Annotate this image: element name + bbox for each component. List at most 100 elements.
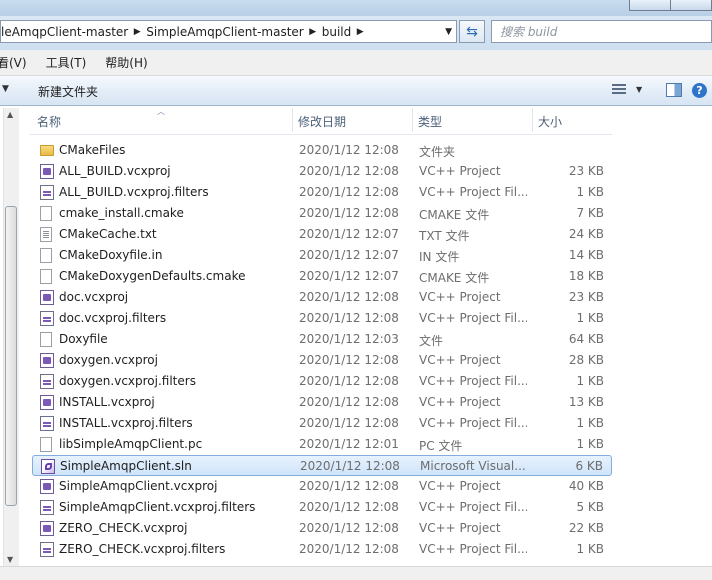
file-name: doc.vcxproj.filters [59,311,167,325]
file-size: 1 KB [576,311,604,325]
menu-tools[interactable]: 工具(T) [46,54,96,71]
organize-dropdown-icon[interactable]: ▼ [2,84,9,94]
file-row[interactable]: doxygen.vcxproj 2020/1/12 12:08 VC++ Proje… [32,350,612,371]
file-row[interactable]: doc.vcxproj 2020/1/12 12:08 VC++ Project 23… [32,287,612,308]
breadcrumb-arrow-icon[interactable]: ▶ [304,27,322,37]
file-date: 2020/1/12 12:03 [299,332,399,346]
file-row[interactable]: cmake_install.cmake 2020/1/12 12:08 CMAKE … [32,203,612,224]
file-date: 2020/1/12 12:08 [299,311,399,325]
file-name: Doxyfile [59,332,108,346]
filters-file-icon [40,374,54,389]
file-name: CMakeDoxyfile.in [59,248,163,262]
file-row[interactable]: libSimpleAmqpClient.pc 2020/1/12 12:01 PC … [32,434,612,455]
file-size: 1 KB [576,542,604,556]
breadcrumb-item[interactable]: build [322,21,352,42]
document-icon [40,269,52,284]
new-folder-button[interactable]: 新建文件夹 [38,83,98,100]
minimize-button[interactable] [630,0,671,10]
window-controls[interactable] [629,0,712,11]
file-row[interactable]: CMakeCache.txt 2020/1/12 12:07 TXT 文件 24 KB [32,224,612,245]
breadcrumb-item[interactable]: leAmqpClient-master [1,21,128,42]
vcxproj-file-icon [40,353,54,368]
scroll-up-icon[interactable]: ▲ [7,110,13,119]
column-size[interactable]: 大小 [538,113,562,130]
file-type: 文件 [419,334,444,348]
file-size: 23 KB [568,290,604,304]
maximize-button[interactable] [671,0,712,10]
preview-pane-button[interactable] [666,83,682,97]
file-type: VC++ Project [419,479,501,493]
document-icon [40,332,52,347]
file-size: 64 KB [568,332,604,346]
file-name: ZERO_CHECK.vcxproj.filters [59,542,226,556]
menu-bar: 看(V) 工具(T) 帮助(H) [0,50,712,76]
filters-file-icon [40,416,54,431]
view-dropdown-icon[interactable]: ▼ [636,85,642,94]
file-row[interactable]: doc.vcxproj.filters 2020/1/12 12:08 VC++ P… [32,308,612,329]
filters-file-icon [40,311,54,326]
menu-view[interactable]: 看(V) [0,54,36,71]
file-type: VC++ Project [419,395,501,409]
document-icon [40,248,52,263]
menu-help[interactable]: 帮助(H) [105,54,156,71]
breadcrumb-arrow-icon[interactable]: ▶ [128,27,146,37]
file-date: 2020/1/12 12:07 [299,227,399,241]
help-button[interactable]: ? [692,83,707,98]
scroll-down-icon[interactable]: ▼ [7,555,13,564]
breadcrumb-item[interactable]: SimpleAmqpClient-master [146,21,304,42]
folder-icon [40,145,54,156]
file-row[interactable]: Doxyfile 2020/1/12 12:03 文件 64 KB [32,329,612,350]
status-bar [0,566,712,580]
file-type: CMAKE 文件 [419,208,490,222]
document-icon [40,437,52,452]
file-row[interactable]: ALL_BUILD.vcxproj.filters 2020/1/12 12:08… [32,182,612,203]
file-type: VC++ Project [419,290,501,304]
column-divider[interactable] [292,108,293,132]
column-type[interactable]: 类型 [418,113,442,130]
file-name: INSTALL.vcxproj.filters [59,416,193,430]
file-row[interactable]: ZERO_CHECK.vcxproj 2020/1/12 12:08 VC++ Pr… [32,518,612,539]
column-name[interactable]: 名称 [37,113,61,130]
file-row[interactable]: SimpleAmqpClient.vcxproj.filters 2020/1/1… [32,497,612,518]
address-dropdown-icon[interactable]: ▼ [445,27,452,37]
file-name: SimpleAmqpClient.sln [60,459,192,473]
refresh-button[interactable]: ⇆ [459,20,485,43]
vcxproj-file-icon [40,395,54,410]
file-row[interactable]: SimpleAmqpClient.sln 2020/1/12 12:08 Micro… [32,455,612,476]
view-details-icon[interactable] [612,84,626,96]
solution-file-icon [41,459,55,474]
sort-ascending-icon: ︿ [157,107,165,116]
file-row[interactable]: CMakeDoxyfile.in 2020/1/12 12:07 IN 文件 14 K… [32,245,612,266]
navigation-scrollbar[interactable]: ▲ ▼ [3,108,19,566]
file-row[interactable]: ZERO_CHECK.vcxproj.filters 2020/1/12 12:0… [32,539,612,560]
file-date: 2020/1/12 12:08 [299,416,399,430]
file-row[interactable]: ALL_BUILD.vcxproj 2020/1/12 12:08 VC++ Pro… [32,161,612,182]
file-row[interactable]: INSTALL.vcxproj.filters 2020/1/12 12:08 VC… [32,413,612,434]
file-size: 6 KB [575,459,603,473]
scrollbar-thumb[interactable] [5,206,17,506]
document-icon [40,206,52,221]
file-type: Microsoft Visual... [420,459,526,473]
search-input[interactable]: 搜索 build [491,20,712,43]
file-row[interactable]: doxygen.vcxproj.filters 2020/1/12 12:08 VC… [32,371,612,392]
file-type: VC++ Project Fil... [419,500,527,514]
file-date: 2020/1/12 12:08 [299,500,399,514]
file-name: doxygen.vcxproj.filters [59,374,196,388]
file-name: cmake_install.cmake [59,206,184,220]
file-row[interactable]: CMakeFiles 2020/1/12 12:08 文件夹 [32,140,612,161]
breadcrumb-arrow-icon[interactable]: ▶ [351,27,369,37]
file-row[interactable]: CMakeDoxygenDefaults.cmake 2020/1/12 12:0… [32,266,612,287]
file-size: 28 KB [568,353,604,367]
column-divider[interactable] [532,108,533,132]
file-date: 2020/1/12 12:07 [299,248,399,262]
address-bar[interactable]: leAmqpClient-master ▶ SimpleAmqpClient-m… [0,20,457,43]
file-type: 文件夹 [419,145,456,159]
file-row[interactable]: SimpleAmqpClient.vcxproj 2020/1/12 12:08 V… [32,476,612,497]
column-date[interactable]: 修改日期 [298,113,346,130]
file-type: VC++ Project Fil... [419,542,527,556]
command-bar: ▼ 新建文件夹 ▼ ? [0,76,712,106]
file-type: VC++ Project Fil... [419,185,527,199]
column-divider[interactable] [412,108,413,132]
file-list: CMakeFiles 2020/1/12 12:08 文件夹 ALL_BUILD.vc… [32,140,612,560]
file-row[interactable]: INSTALL.vcxproj 2020/1/12 12:08 VC++ Proje… [32,392,612,413]
